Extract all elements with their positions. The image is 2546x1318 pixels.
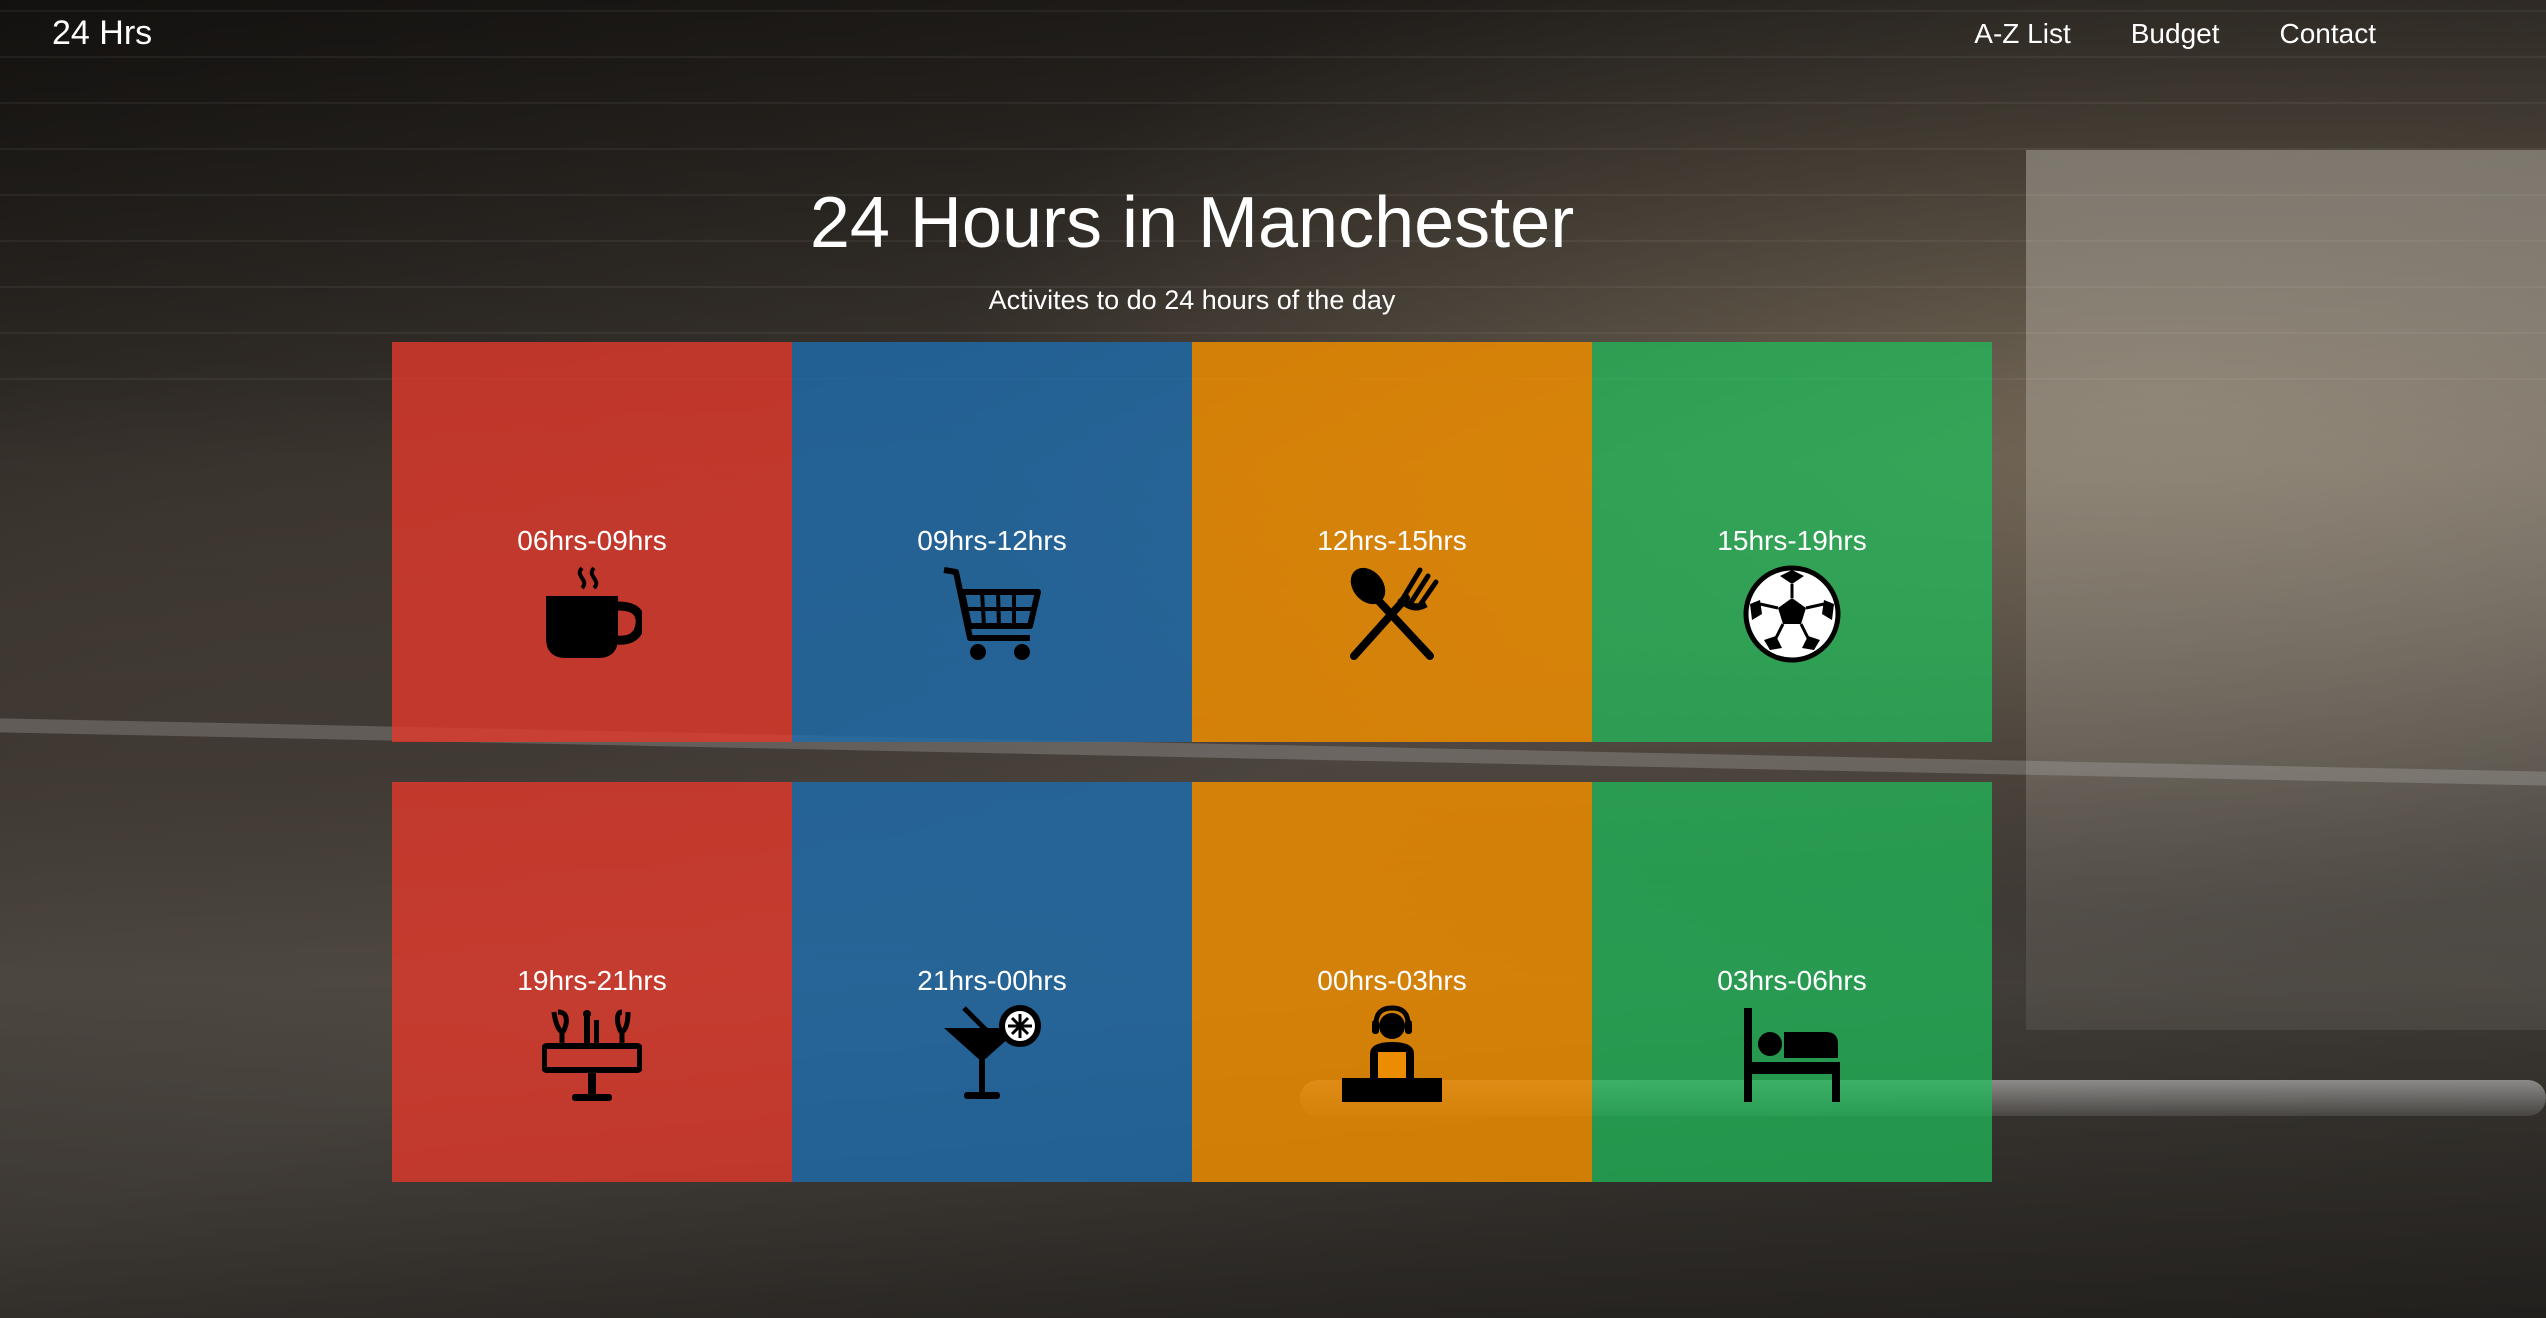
time-slot-grid: 06hrs-09hrs 09hrs-12hrs 12hrs-15hrs 15hr… (392, 342, 1992, 1182)
football-icon (1742, 564, 1842, 664)
page: 24 Hrs A-Z List Budget Contact 24 Hours … (0, 0, 2546, 1318)
brand-link[interactable]: 24 Hrs (52, 14, 152, 53)
time-slot-tile-06-09[interactable]: 06hrs-09hrs (392, 342, 792, 742)
spoon-fork-icon (1342, 564, 1442, 664)
time-slot-label: 12hrs-15hrs (1317, 525, 1467, 556)
coffee-cup-icon (542, 564, 642, 664)
time-slot-label: 15hrs-19hrs (1717, 525, 1867, 556)
nav-link-az-list[interactable]: A-Z List (1974, 18, 2070, 50)
time-slot-label: 19hrs-21hrs (517, 965, 667, 996)
time-slot-tile-00-03[interactable]: 00hrs-03hrs (1192, 782, 1592, 1182)
nav-links: A-Z List Budget Contact (1974, 18, 2376, 50)
shopping-cart-icon (942, 564, 1042, 664)
time-slot-tile-03-06[interactable]: 03hrs-06hrs (1592, 782, 1992, 1182)
cocktail-icon (942, 1004, 1042, 1104)
time-slot-tile-21-00[interactable]: 21hrs-00hrs (792, 782, 1192, 1182)
nav-link-contact[interactable]: Contact (2280, 18, 2377, 50)
time-slot-tile-12-15[interactable]: 12hrs-15hrs (1192, 342, 1592, 742)
time-slot-label: 00hrs-03hrs (1317, 965, 1467, 996)
page-title: 24 Hours in Manchester (809, 183, 1575, 263)
time-slot-tile-09-12[interactable]: 09hrs-12hrs (792, 342, 1192, 742)
dj-icon (1342, 1004, 1442, 1104)
time-slot-label: 21hrs-00hrs (917, 965, 1067, 996)
time-slot-tile-15-19[interactable]: 15hrs-19hrs (1592, 342, 1992, 742)
navbar: 24 Hrs A-Z List Budget Contact (0, 0, 2546, 68)
time-slot-row: 06hrs-09hrs 09hrs-12hrs 12hrs-15hrs 15hr… (392, 342, 1992, 742)
dining-table-icon (542, 1004, 642, 1104)
time-slot-label: 03hrs-06hrs (1717, 965, 1867, 996)
nav-link-budget[interactable]: Budget (2131, 18, 2220, 50)
page-subtitle: Activites to do 24 hours of the day (988, 285, 1396, 315)
time-slot-row: 19hrs-21hrs 21hrs-00hrs 00hrs-03hrs 03hr… (392, 782, 1992, 1182)
time-slot-label: 06hrs-09hrs (517, 525, 667, 556)
time-slot-label: 09hrs-12hrs (917, 525, 1067, 556)
time-slot-tile-19-21[interactable]: 19hrs-21hrs (392, 782, 792, 1182)
bed-icon (1742, 1004, 1842, 1104)
